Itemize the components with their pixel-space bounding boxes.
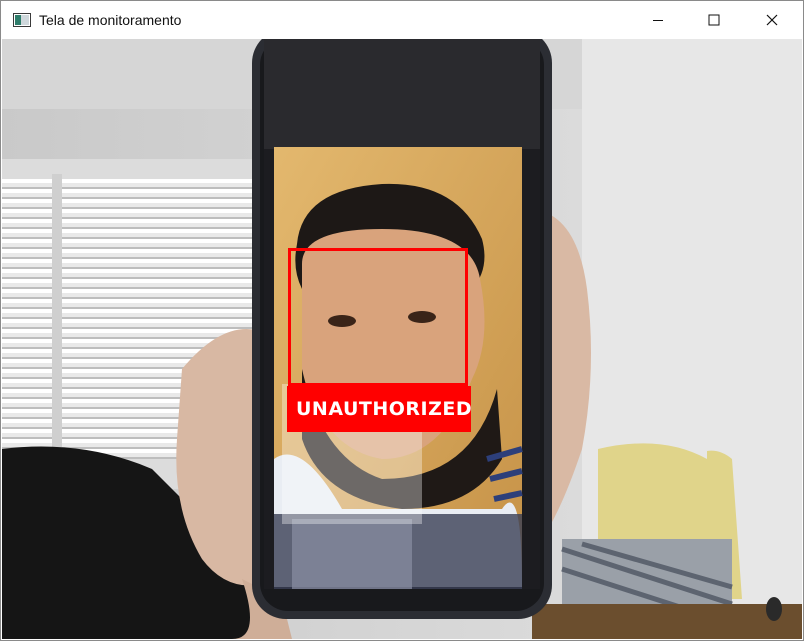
app-icon	[13, 13, 31, 27]
minimize-icon	[653, 20, 663, 21]
minimize-button[interactable]	[629, 1, 687, 39]
camera-feed: UNAUTHORIZED	[2, 39, 802, 639]
app-window: Tela de monitoramento UNAUTHORIZED	[0, 0, 804, 641]
detection-label: UNAUTHORIZED	[296, 398, 473, 420]
desk	[532, 604, 802, 639]
face-detection-box	[288, 248, 468, 386]
window-title: Tela de monitoramento	[39, 12, 182, 28]
maximize-icon	[708, 14, 720, 26]
close-button[interactable]	[743, 1, 801, 39]
detection-label-badge: UNAUTHORIZED	[287, 386, 473, 432]
title-bar[interactable]: Tela de monitoramento	[1, 1, 803, 39]
maximize-button[interactable]	[685, 1, 743, 39]
close-icon	[766, 14, 778, 26]
window-blinds-left	[2, 179, 52, 459]
